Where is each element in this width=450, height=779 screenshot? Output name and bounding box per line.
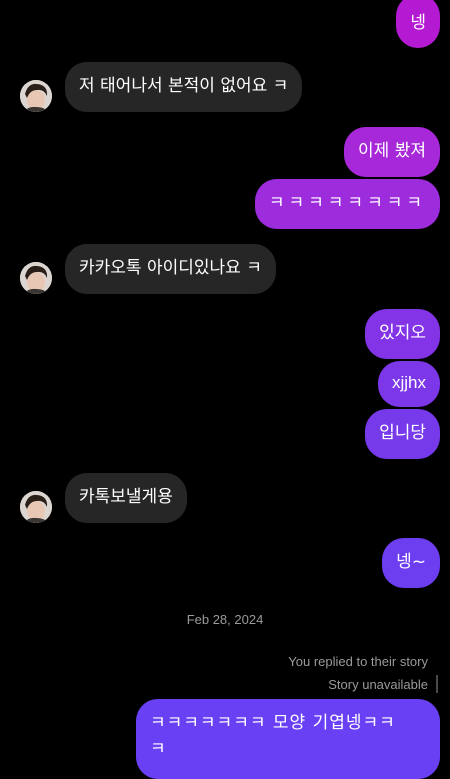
- message-text: 있지오: [379, 323, 426, 343]
- outgoing-message[interactable]: 있지오: [365, 309, 440, 359]
- message-text: xjjhx: [391, 373, 426, 392]
- reply-indicator-bar: [436, 675, 438, 693]
- user-avatar[interactable]: [20, 491, 52, 523]
- story-unavailable-label: Story unavailable: [328, 677, 428, 692]
- story-reply-note: You replied to their story: [288, 654, 428, 669]
- user-avatar[interactable]: [20, 262, 52, 294]
- date-separator: Feb 28, 2024: [186, 612, 264, 627]
- incoming-message[interactable]: 저 태어나서 본적이 없어요 ㅋ: [65, 62, 303, 112]
- message-text: 카카오톡 아이디있나요 ㅋ: [79, 258, 262, 278]
- outgoing-message[interactable]: 넹~: [382, 538, 440, 588]
- incoming-message[interactable]: 카톡보낼게용: [65, 473, 187, 523]
- message-text-line: ㅋ: [150, 739, 167, 759]
- outgoing-message[interactable]: 이제 봤져: [344, 127, 440, 177]
- message-text: ㅋㅋㅋㅋㅋㅋㅋㅋ: [268, 193, 426, 213]
- outgoing-message[interactable]: 넹: [396, 0, 440, 48]
- message-text: 이제 봤져: [358, 141, 426, 161]
- avatar-image: [20, 80, 52, 112]
- message-text: 저 태어나서 본적이 없어요 ㅋ: [79, 76, 289, 96]
- user-avatar[interactable]: [20, 80, 52, 112]
- message-text-line: ㅋㅋㅋㅋㅋㅋㅋ 모양 기엽넹ㅋㅋ: [150, 713, 396, 733]
- avatar-image: [20, 491, 52, 523]
- incoming-message[interactable]: 카카오톡 아이디있나요 ㅋ: [65, 244, 276, 294]
- outgoing-message[interactable]: ㅋㅋㅋㅋㅋㅋㅋㅋ: [254, 179, 440, 229]
- avatar-image: [20, 262, 52, 294]
- message-text: 입니당: [379, 423, 426, 443]
- message-text: 넹: [410, 13, 426, 33]
- outgoing-message[interactable]: xjjhx: [377, 361, 440, 407]
- outgoing-message[interactable]: ㅋㅋㅋㅋㅋㅋㅋ 모양 기엽넹ㅋㅋ ㅋ: [136, 699, 440, 779]
- outgoing-message[interactable]: 입니당: [365, 409, 440, 459]
- message-text: 카톡보낼게용: [79, 487, 173, 507]
- message-text: 넹~: [396, 552, 426, 572]
